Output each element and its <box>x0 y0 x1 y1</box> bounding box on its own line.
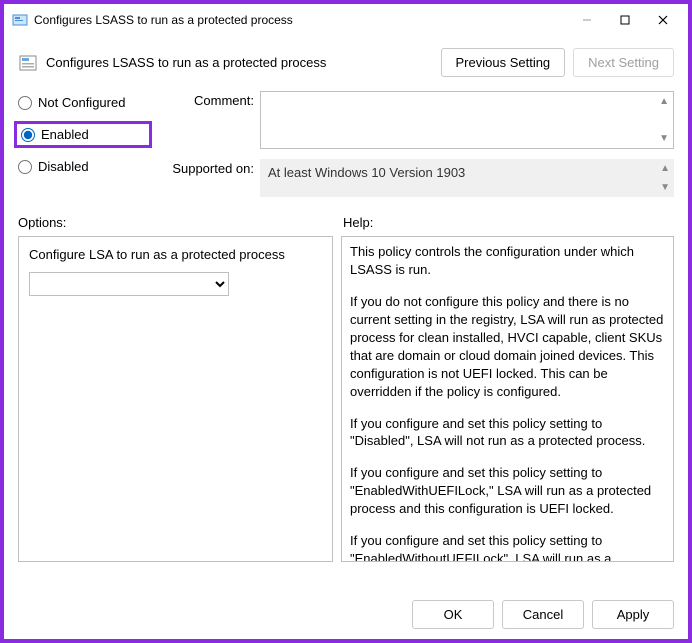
supported-on-label: Supported on: <box>158 159 254 197</box>
radio-not-configured-input[interactable] <box>18 96 32 110</box>
policy-title: Configures LSASS to run as a protected p… <box>46 55 441 70</box>
help-panel: This policy controls the configuration u… <box>341 236 674 562</box>
scroll-arrows: ▲▼ <box>660 163 670 193</box>
option-dropdown[interactable] <box>29 272 229 296</box>
close-button[interactable] <box>644 6 682 34</box>
radio-enabled[interactable]: Enabled <box>21 127 145 142</box>
next-setting-button: Next Setting <box>573 48 674 77</box>
radio-enabled-input[interactable] <box>21 128 35 142</box>
previous-setting-button[interactable]: Previous Setting <box>441 48 566 77</box>
maximize-button[interactable] <box>606 6 644 34</box>
help-label: Help: <box>343 215 674 230</box>
scroll-arrows: ▲▼ <box>659 96 669 144</box>
radio-label: Enabled <box>41 127 89 142</box>
option-dropdown-label: Configure LSA to run as a protected proc… <box>29 247 322 262</box>
cancel-button[interactable]: Cancel <box>502 600 584 629</box>
policy-editor-window: Configures LSASS to run as a protected p… <box>0 0 692 643</box>
comment-label: Comment: <box>158 91 254 149</box>
radio-disabled[interactable]: Disabled <box>18 159 148 174</box>
policy-header: Configures LSASS to run as a protected p… <box>4 36 688 83</box>
enabled-highlight: Enabled <box>14 121 152 148</box>
titlebar: Configures LSASS to run as a protected p… <box>4 4 688 36</box>
state-radio-group: Not Configured Enabled Disabled <box>18 91 148 197</box>
options-panel: Configure LSA to run as a protected proc… <box>18 236 333 562</box>
options-label: Options: <box>18 215 333 230</box>
minimize-button[interactable] <box>568 6 606 34</box>
radio-label: Not Configured <box>38 95 125 110</box>
supported-on-value: At least Windows 10 Version 1903 ▲▼ <box>260 159 674 197</box>
radio-label: Disabled <box>38 159 89 174</box>
app-icon <box>12 12 28 28</box>
apply-button[interactable]: Apply <box>592 600 674 629</box>
dialog-footer: OK Cancel Apply <box>412 600 674 629</box>
radio-disabled-input[interactable] <box>18 160 32 174</box>
ok-button[interactable]: OK <box>412 600 494 629</box>
radio-not-configured[interactable]: Not Configured <box>18 95 148 110</box>
help-text: This policy controls the configuration u… <box>350 243 665 562</box>
comment-textarea[interactable]: ▲▼ <box>260 91 674 149</box>
policy-icon <box>18 53 38 73</box>
window-title: Configures LSASS to run as a protected p… <box>34 13 568 27</box>
